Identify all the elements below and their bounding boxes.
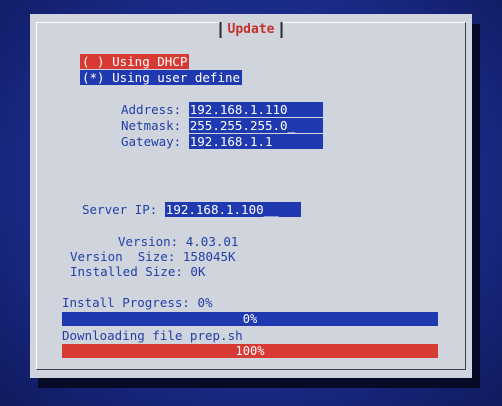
- dialog-title: Update: [219, 22, 283, 38]
- installed-size-label: Installed Size:: [70, 264, 183, 279]
- address-label: Address:: [121, 102, 182, 117]
- radio-using-dhcp[interactable]: ( ) Using DHCP: [80, 54, 190, 69]
- gateway-row: Gateway: 192.168.1.1: [121, 134, 323, 149]
- download-progress-bar-text: 100%: [235, 344, 265, 358]
- version-label: Version:: [118, 234, 179, 249]
- version-value: 4.03.01: [185, 234, 239, 249]
- server-ip-label: Server IP:: [82, 202, 158, 217]
- netmask-row: Netmask: 255.255.255.0_: [121, 118, 323, 133]
- address-row: Address: 192.168.1.110: [121, 102, 323, 117]
- install-progress-bar: 0%: [62, 312, 438, 326]
- server-ip-row: Server IP: 192.168.1.100__: [82, 202, 301, 217]
- update-dialog: Update ( ) Using DHCP (*) Using user def…: [30, 14, 472, 378]
- server-ip-field[interactable]: 192.168.1.100__: [164, 202, 301, 217]
- install-progress-bar-text: 0%: [242, 312, 258, 326]
- install-progress-row: Install Progress: 0%: [62, 295, 213, 310]
- install-progress-value: 0%: [197, 295, 213, 310]
- netmask-label: Netmask:: [121, 118, 182, 133]
- version-size-row: Version Size: 158045K: [70, 249, 236, 264]
- address-field[interactable]: 192.168.1.110: [188, 102, 323, 117]
- install-progress-label: Install Progress:: [62, 295, 190, 310]
- installed-size-value: 0K: [190, 264, 206, 279]
- gateway-label: Gateway:: [121, 134, 182, 149]
- version-row: Version: 4.03.01: [118, 234, 238, 249]
- version-size-value: 158045K: [182, 249, 236, 264]
- version-size-label: Version Size:: [70, 249, 176, 264]
- download-status-text: Downloading file prep.sh: [62, 328, 243, 343]
- radio-using-user-define[interactable]: (*) Using user define: [80, 70, 243, 85]
- gateway-field[interactable]: 192.168.1.1: [188, 134, 323, 149]
- download-progress-bar: 100%: [62, 344, 438, 358]
- netmask-field[interactable]: 255.255.255.0_: [188, 118, 323, 133]
- installed-size-row: Installed Size: 0K: [70, 264, 205, 279]
